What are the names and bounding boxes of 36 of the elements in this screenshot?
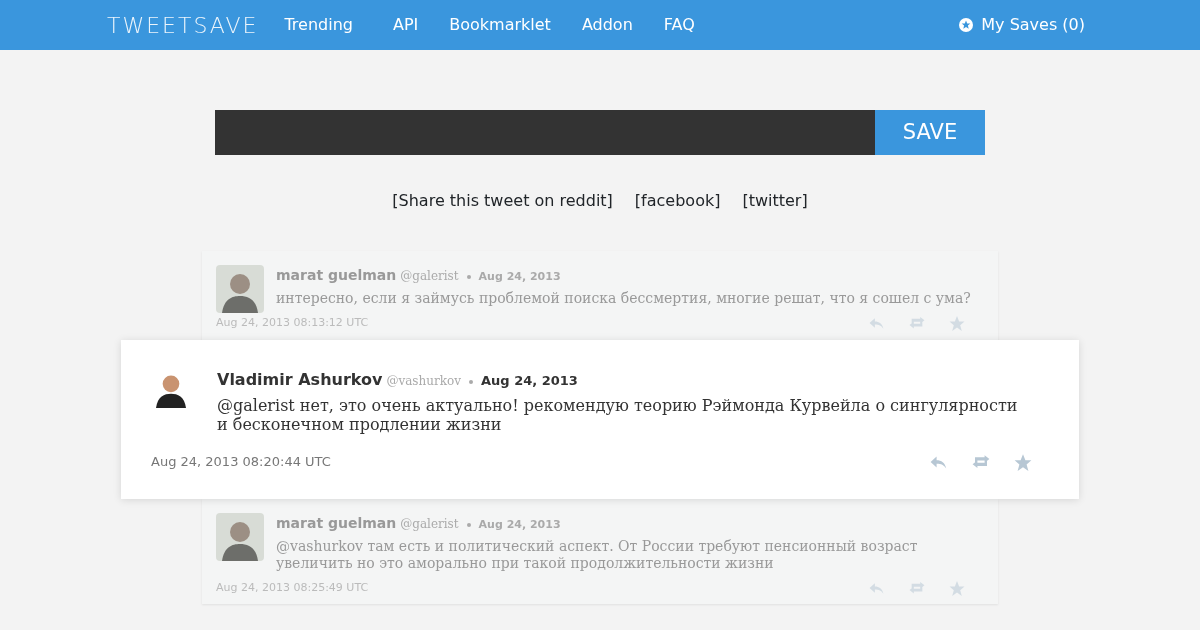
nav-link[interactable]: Trending (284, 13, 353, 37)
separator-dot-icon (466, 275, 471, 279)
tweet-timestamp[interactable]: Aug 24, 2013 08:20:44 UTC (151, 451, 331, 472)
tweet-date[interactable]: Aug 24, 2013 (481, 370, 578, 390)
save-button[interactable]: SAVE (875, 110, 985, 155)
separator-dot-icon (469, 379, 473, 384)
tweet-timestamp[interactable]: Aug 24, 2013 08:13:12 UTC (216, 315, 369, 332)
user-handle[interactable]: @vashurkov (386, 371, 461, 390)
favorite-icon[interactable] (948, 315, 966, 332)
star-circle-icon (959, 18, 974, 32)
nav-link[interactable]: API (392, 13, 419, 37)
nav-link[interactable]: Bookmarklet (449, 13, 551, 37)
tweet-text: @galerist нет, это очень актуально! рекомендую теорию Рэймонда Курвейла о сингулярности и бесконечном продлении жизни (217, 395, 1019, 434)
tweet-timestamp[interactable]: Aug 24, 2013 08:25:49 UTC (216, 579, 369, 597)
nav-link[interactable]: Addon (581, 13, 633, 37)
share-link[interactable]: [Share this tweet on reddit] (392, 189, 613, 213)
avatar (216, 513, 264, 562)
tweet-text: @vashurkov там есть и политический аспект. От России требуют пенсионный возраст увеличить но это аморально при такой продолжительности жизни (276, 538, 919, 572)
user-name[interactable]: Vladimir Ashurkov (217, 367, 383, 392)
user-name[interactable]: marat guelman (276, 265, 397, 286)
share-link[interactable]: [facebook] (634, 189, 721, 213)
tweet-date[interactable]: Aug 24, 2013 (478, 517, 561, 534)
separator-dot-icon (466, 523, 471, 528)
user-handle[interactable]: @galerist (400, 515, 459, 534)
nav-link[interactable]: FAQ (663, 13, 695, 37)
my-saves-link[interactable]: My Saves (0) (959, 13, 1085, 37)
user-name[interactable]: marat guelman (276, 513, 397, 535)
user-handle[interactable]: @galerist (400, 267, 459, 285)
tweet-text: интересно, если я займусь проблемой поиска бессмертия, многие решат, что я сошел с ума? (276, 290, 972, 307)
logo[interactable]: TWEETSAVE (107, 8, 259, 42)
url-input-field[interactable] (215, 110, 875, 155)
share-link[interactable]: [twitter] (742, 189, 808, 213)
favorite-icon[interactable] (948, 580, 966, 597)
favorite-icon[interactable] (1013, 452, 1033, 471)
avatar (216, 265, 264, 313)
tweet-date[interactable]: Aug 24, 2013 (478, 269, 561, 286)
